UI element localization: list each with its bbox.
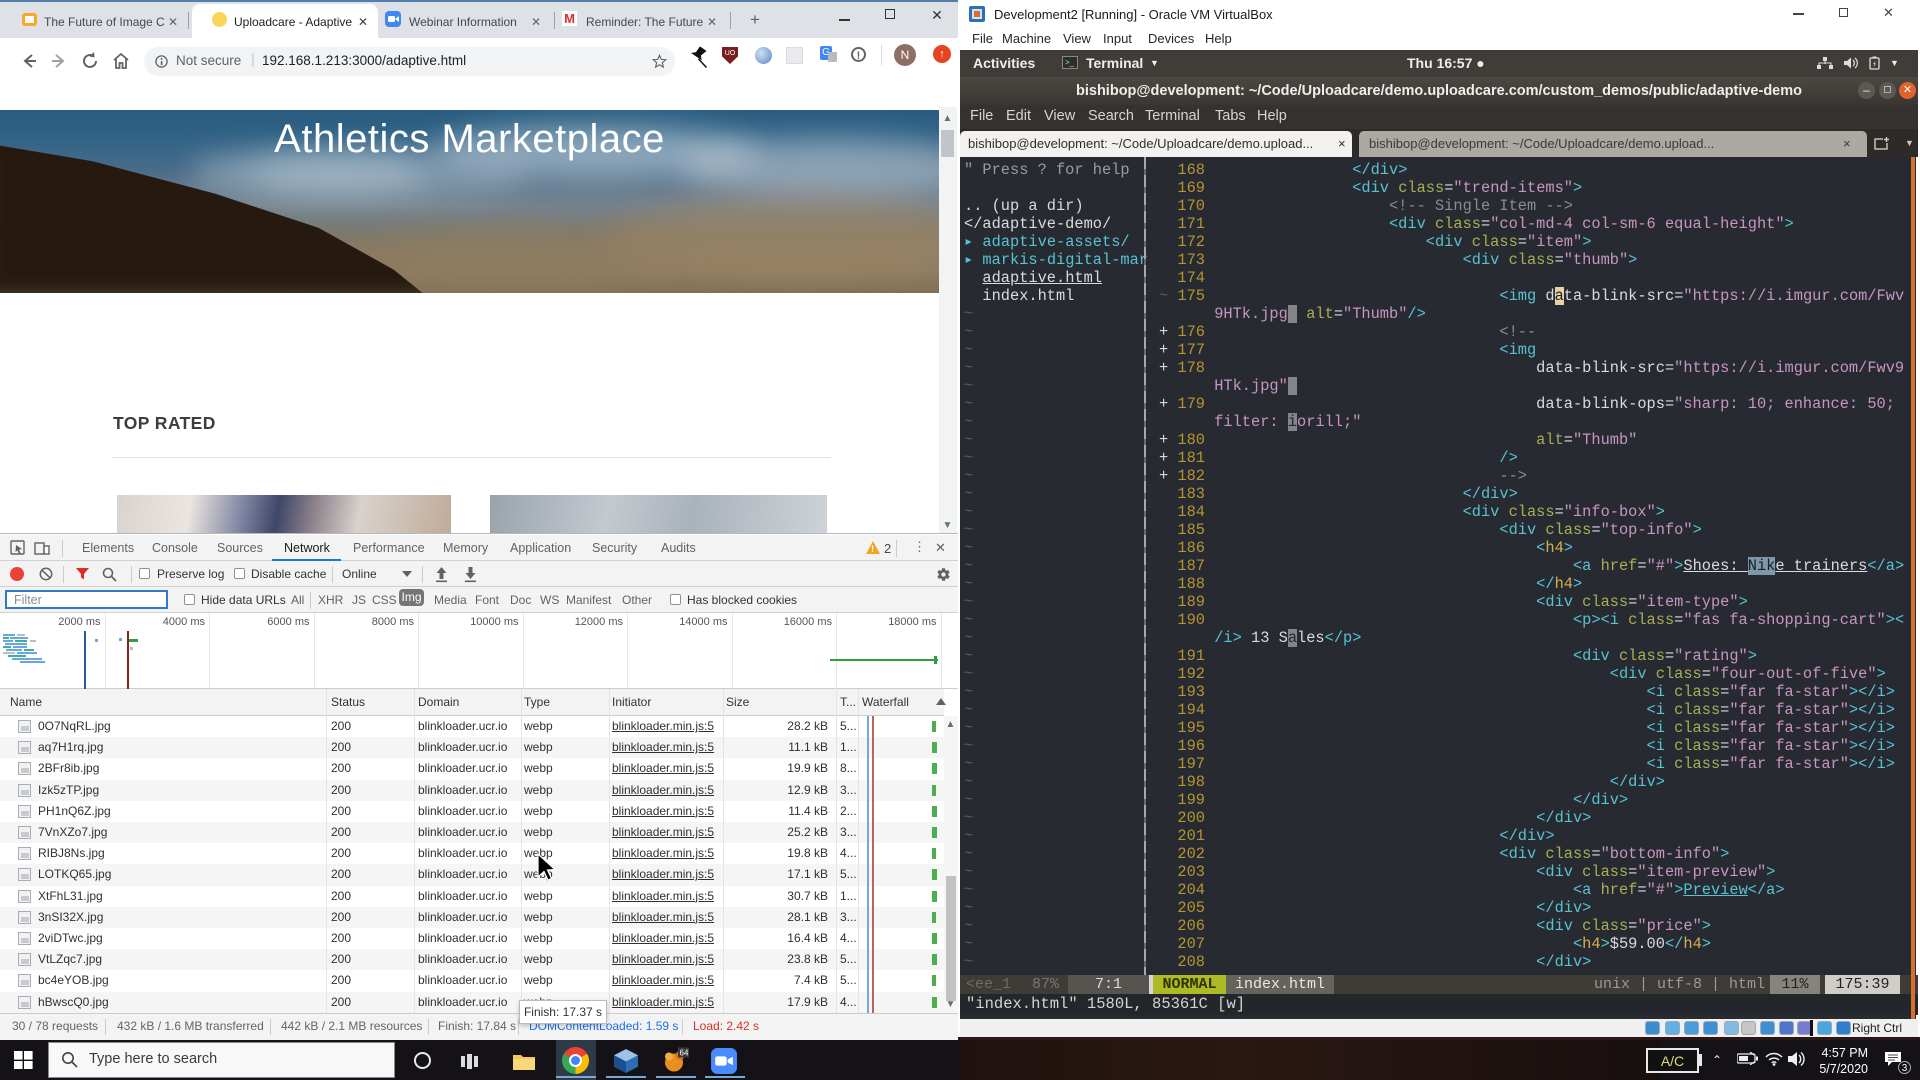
svg-text:64: 64	[680, 1049, 689, 1058]
